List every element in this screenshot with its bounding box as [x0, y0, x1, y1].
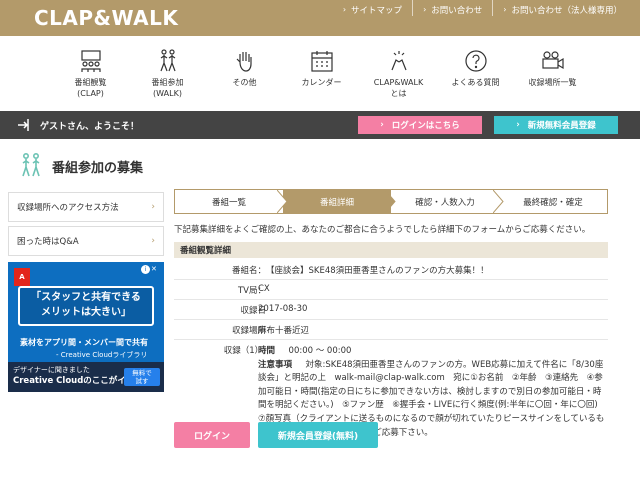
hand-icon [236, 52, 252, 72]
contact-link-label: お問い合わせ [431, 5, 483, 16]
ad-headline-line1: 「スタッフと共有できる [31, 292, 141, 303]
guest-bar: ゲストさん、ようこそ！ › ログインはこちら › 新規無料会員登録 [0, 111, 640, 139]
ad-banner[interactable]: A i ✕ 「スタッフと共有できる メリットは大きい」 素材をアプリ間・メンバー… [8, 262, 164, 392]
divider [174, 279, 608, 280]
nav-item-walk[interactable]: 番組参加 (WALK) [129, 48, 206, 108]
chevron-right-icon: › [516, 120, 520, 130]
sidebar-item-access[interactable]: 収録場所へのアクセス方法 › [8, 192, 164, 222]
register-button-bottom[interactable]: 新規会員登録(無料) [258, 422, 378, 448]
chevron-right-icon: › [423, 5, 427, 14]
step-label: 確認・人数入力 [415, 197, 475, 208]
chevron-right-icon: › [151, 236, 155, 246]
recording-place-value: 麻布十番近辺 [258, 326, 310, 336]
tv-station-value: CX [258, 284, 270, 294]
question-icon [464, 50, 487, 72]
ad-headline-line2: メリットは大きい」 [41, 306, 131, 318]
sitemap-link[interactable]: › サイトマップ [333, 0, 412, 16]
divider [174, 299, 608, 300]
nav-item-clap[interactable]: 番組観覧 (CLAP) [52, 48, 129, 108]
calendar-icon [310, 51, 333, 72]
login-arrow-icon [18, 119, 29, 131]
ad-try-button[interactable]: 無料で 試す [124, 368, 160, 386]
main-nav: 番組観覧 (CLAP) 番組参加 (WALK) その他 カレンダー CLAP&W… [52, 48, 592, 108]
camera-icon [541, 51, 564, 70]
login-button-label: ログインはこちら [391, 121, 460, 131]
corporate-contact-link[interactable]: › お問い合わせ（法人様専用） [492, 0, 632, 16]
step-final-confirm[interactable]: 最終確認・確定 [499, 190, 607, 213]
intro-text: 下記募集詳細をよくご確認の上、あなたのご都合に合うようでしたら詳細下のフォームか… [174, 225, 591, 235]
walking-people-icon [159, 49, 176, 72]
ad-headline: 「スタッフと共有できる メリットは大きい」 [18, 286, 154, 326]
sitemap-link-label: サイトマップ [351, 5, 403, 16]
nav-label: 収録場所一覧 [528, 78, 577, 87]
tv-station-label: TV局： [237, 286, 266, 296]
nav-label: よくある質問 [451, 78, 500, 87]
site-logo[interactable]: CLAP&WALK [34, 6, 178, 30]
ad-info-icon[interactable]: i [141, 265, 150, 274]
login-button[interactable]: › ログインはこちら [358, 116, 482, 134]
nav-item-about[interactable]: CLAP&WALK とは [360, 48, 437, 108]
ad-footer: デザイナーに聞きました Creative Cloudのここがイイ! 無料で 試す [8, 362, 164, 392]
chevron-right-icon: › [342, 5, 347, 14]
chevron-right-icon: › [503, 5, 507, 14]
ad-subtext-2: - Creative Cloudライブラリ [56, 351, 148, 359]
step-arrow-icon [493, 190, 504, 213]
ad-footer-line1: デザイナーに聞きました [13, 366, 90, 374]
clap-icon [390, 51, 407, 71]
nav-item-faq[interactable]: よくある質問 [437, 48, 514, 108]
time-value: 00:00 〜 00:00 [288, 346, 352, 356]
nav-label: 番組参加 (WALK) [151, 78, 184, 98]
nav-item-locations[interactable]: 収録場所一覧 [514, 48, 591, 108]
sidebar-item-label: 収録場所へのアクセス方法 [17, 203, 119, 213]
divider [174, 319, 608, 320]
sidebar-item-faq[interactable]: 困った時はQ&A › [8, 226, 164, 256]
program-name-label: 番組名： [231, 266, 266, 276]
walking-people-icon [22, 152, 40, 177]
nav-item-other[interactable]: その他 [206, 48, 283, 108]
register-button-label: 新規無料会員登録 [527, 121, 596, 131]
nav-label: 番組観覧 (CLAP) [74, 78, 107, 98]
nav-label: カレンダー [301, 78, 342, 87]
top-bar: CLAP&WALK › サイトマップ › お問い合わせ › お問い合わせ（法人様専用） [0, 0, 640, 36]
step-label: 番組詳細 [319, 197, 354, 208]
recording-date-label: 収録日 [240, 306, 266, 316]
divider [174, 339, 608, 340]
step-program-list[interactable]: 番組一覧 [175, 190, 288, 213]
audience-icon [80, 50, 101, 72]
recording-date-value: 2017-08-30 [258, 304, 308, 314]
step-arrow-icon [277, 190, 288, 213]
chevron-right-icon: › [380, 120, 384, 130]
notes-label: 注意事項 [258, 359, 293, 370]
chevron-right-icon: › [151, 202, 155, 212]
progress-steps: 番組一覧 番組詳細 確認・人数入力 最終確認・確定 [174, 189, 608, 214]
step-program-detail[interactable]: 番組詳細 [283, 190, 396, 213]
login-button-bottom[interactable]: ログイン [174, 422, 250, 448]
step-label: 最終確認・確定 [523, 197, 583, 208]
ad-footer-text: デザイナーに聞きました Creative Cloudのここがイイ! [13, 366, 138, 388]
step-confirm-count[interactable]: 確認・人数入力 [391, 190, 504, 213]
ad-subtext: 素材をアプリ間・メンバー間で共有 [20, 338, 148, 347]
program-name-value: 【座談会】SKE48須田亜香里さんのファンの方大募集！！ [266, 266, 489, 276]
nav-item-calendar[interactable]: カレンダー [283, 48, 360, 108]
nav-label: CLAP&WALK とは [373, 78, 424, 98]
nav-label: その他 [232, 78, 257, 87]
adobe-logo-icon: A [14, 268, 30, 286]
guest-greeting: ゲストさん、ようこそ！ [40, 122, 140, 132]
recording-slot-label: 収録（1）: [223, 346, 266, 356]
close-icon[interactable]: ✕ [151, 265, 161, 275]
page-title: 番組参加の募集 [52, 161, 144, 176]
section-heading: 番組観覧詳細 [174, 242, 608, 258]
time-label: 時間 [258, 346, 276, 356]
recording-place-label: 収録場所 [231, 326, 266, 336]
step-arrow-icon [385, 190, 396, 213]
ad-footer-line2: Creative Cloudのここがイイ! [13, 375, 139, 386]
register-button[interactable]: › 新規無料会員登録 [494, 116, 618, 134]
sidebar-item-label: 困った時はQ&A [17, 237, 79, 247]
time-row: 時間 00:00 〜 00:00 [258, 345, 608, 359]
corporate-contact-link-label: お問い合わせ（法人様専用） [511, 5, 622, 16]
top-links: › サイトマップ › お問い合わせ › お問い合わせ（法人様専用） [333, 0, 632, 36]
contact-link[interactable]: › お問い合わせ [412, 0, 492, 16]
step-label: 番組一覧 [211, 197, 246, 208]
